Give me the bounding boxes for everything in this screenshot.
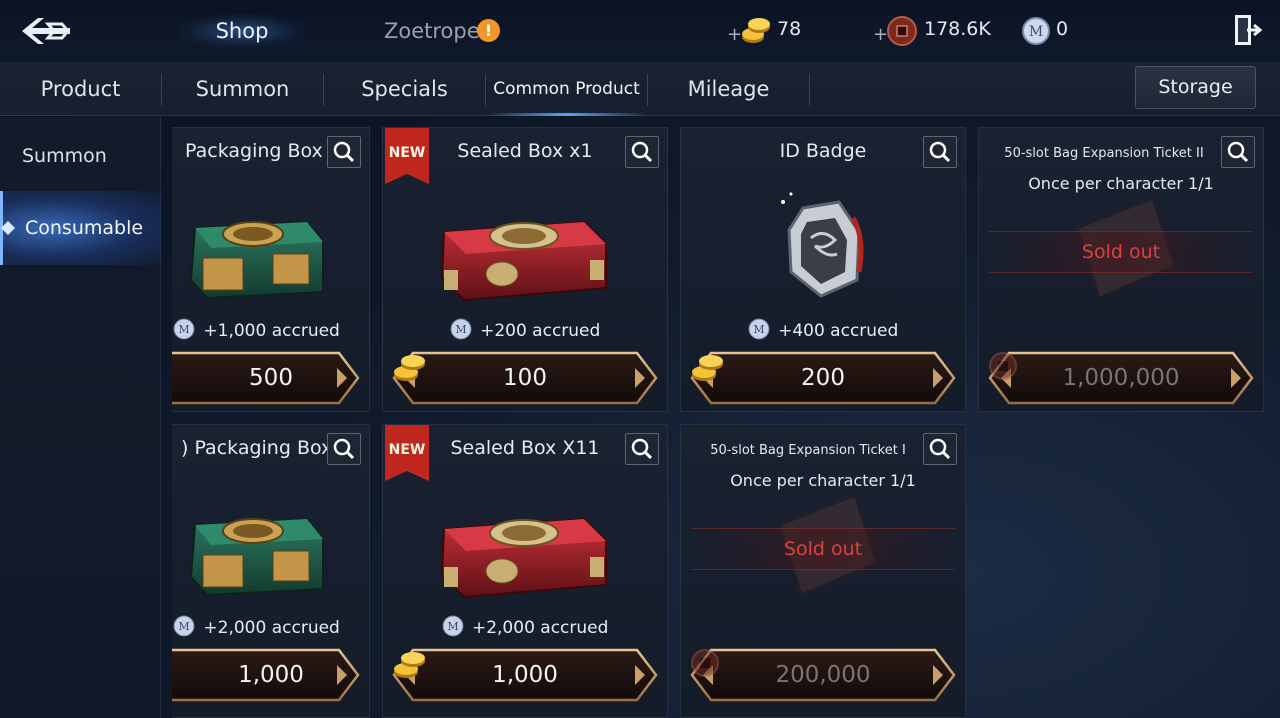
- tab-specials[interactable]: Specials: [324, 62, 485, 116]
- product-card[interactable]: 50-slot Bag Expansion Ticket I Once per …: [680, 424, 966, 718]
- svg-text:M: M: [455, 323, 466, 336]
- magnifier-icon: [631, 141, 653, 163]
- price-value: 500: [249, 365, 293, 391]
- zoom-button[interactable]: [625, 136, 659, 168]
- mileage-coin-icon: M: [450, 318, 472, 340]
- price-value: 1,000: [238, 662, 304, 688]
- price-button[interactable]: 1,000,000: [987, 350, 1255, 406]
- svg-text:M: M: [753, 323, 764, 336]
- magnifier-icon: [929, 141, 951, 163]
- mileage-amount: 0: [1056, 18, 1069, 40]
- purchase-limit: Once per character 1/1: [1028, 174, 1214, 193]
- accrued-mileage: M +2,000 accrued: [173, 615, 369, 638]
- accrued-text: +400 accrued: [778, 321, 899, 341]
- svg-text:M: M: [447, 620, 458, 633]
- exit-icon[interactable]: [1233, 13, 1265, 47]
- sidebar-item-label: Summon: [22, 145, 107, 167]
- tab-product[interactable]: Product: [0, 62, 161, 116]
- accrued-text: +2,000 accrued: [471, 618, 609, 638]
- sidebar: Summon Consumable: [0, 117, 161, 718]
- tab-mileage[interactable]: Mileage: [648, 62, 809, 116]
- sold-out-label: Sold out: [1081, 241, 1161, 263]
- sidebar-item-label: Consumable: [25, 217, 144, 239]
- zoom-button[interactable]: [625, 433, 659, 465]
- red-chest-icon: [440, 517, 607, 599]
- red-chest-icon: [440, 220, 607, 302]
- copper-amount: 178.6K: [924, 18, 991, 40]
- gold-coin-icon: [742, 18, 770, 43]
- tab-summon[interactable]: Summon: [162, 62, 323, 116]
- price-button[interactable]: 200: [689, 350, 957, 406]
- copper-coin-icon: [887, 16, 917, 46]
- copper-coin-icon: [989, 352, 1017, 380]
- gold-coin-icon: [692, 355, 723, 381]
- accrued-mileage: M +400 accrued: [681, 318, 965, 341]
- zoom-button[interactable]: [923, 433, 957, 465]
- price-value: 1,000,000: [1062, 365, 1180, 391]
- sold-out-label: Sold out: [783, 538, 863, 560]
- mileage-coin-icon: M: [442, 615, 464, 637]
- product-card[interactable]: ID Badge M +400 accrued 200: [680, 127, 966, 412]
- tab-common-product[interactable]: Common Product: [486, 62, 647, 116]
- accrued-text: +2,000 accrued: [203, 618, 340, 638]
- accrued-text: +1,000 accrued: [203, 321, 340, 341]
- copper-coin-icon: [691, 649, 719, 677]
- magnifier-icon: [631, 438, 653, 460]
- product-card[interactable]: 50-slot Bag Expansion Ticket II Once per…: [978, 127, 1264, 412]
- svg-text:M: M: [1029, 24, 1043, 40]
- gold-coin-icon: [394, 652, 425, 678]
- magnifier-icon: [333, 438, 355, 460]
- gold-coin-icon: [394, 355, 425, 381]
- zoom-button[interactable]: [327, 136, 361, 168]
- storage-button[interactable]: Storage: [1135, 66, 1256, 109]
- accrued-mileage: M +1,000 accrued: [173, 318, 369, 341]
- price-value: 200,000: [775, 662, 871, 688]
- back-arrow-icon: [22, 18, 70, 44]
- svg-text:M: M: [178, 620, 189, 633]
- category-tabs: Product Summon Specials Common Product M…: [0, 62, 1280, 116]
- tab-divider: [809, 74, 810, 106]
- top-bar: Shop Zoetrope ! + 78 + 178.6K M 0: [0, 0, 1280, 62]
- price-value: 100: [503, 365, 547, 391]
- accrued-mileage: M +200 accrued: [383, 318, 667, 341]
- magnifier-icon: [333, 141, 355, 163]
- accrued-text: +200 accrued: [480, 321, 601, 341]
- mileage-coin-icon: M: [1022, 17, 1050, 45]
- magnifier-icon: [1227, 141, 1249, 163]
- price-value: 200: [801, 365, 845, 391]
- price-button[interactable]: 1,000: [391, 647, 659, 703]
- product-card[interactable]: Packaging Box M +1,000 accrued 500: [172, 127, 370, 412]
- back-button[interactable]: [18, 10, 76, 52]
- zoom-button[interactable]: [327, 433, 361, 465]
- product-card[interactable]: ) Packaging Box M +2,000 accrued 1,000: [172, 424, 370, 718]
- tab-zoetrope[interactable]: Zoetrope: [384, 14, 480, 48]
- price-button[interactable]: 200,000: [689, 647, 957, 703]
- product-grid: Packaging Box M +1,000 accrued 500 NEW S…: [172, 127, 1272, 718]
- svg-text:M: M: [178, 323, 189, 336]
- mileage-coin-icon: M: [173, 318, 195, 340]
- gold-amount: 78: [777, 18, 802, 40]
- price-button[interactable]: 1,000: [172, 647, 361, 703]
- id-badge-icon: [781, 192, 864, 298]
- selected-marker-icon: [1, 221, 15, 235]
- price-value: 1,000: [492, 662, 558, 688]
- sidebar-item-summon[interactable]: Summon: [0, 119, 161, 193]
- sidebar-item-consumable[interactable]: Consumable: [0, 191, 161, 265]
- mileage-coin-icon: M: [748, 318, 770, 340]
- mileage-coin-icon: M: [173, 615, 195, 637]
- product-card[interactable]: NEW Sealed Box x1 M +200 accrued 100: [382, 127, 668, 412]
- accrued-mileage: M +2,000 accrued: [383, 615, 667, 638]
- alert-icon: !: [477, 19, 500, 42]
- green-chest-icon: [189, 517, 324, 597]
- zoom-button[interactable]: [923, 136, 957, 168]
- green-chest-icon: [189, 220, 324, 300]
- price-button[interactable]: 500: [172, 350, 361, 406]
- magnifier-icon: [929, 438, 951, 460]
- zoom-button[interactable]: [1221, 136, 1255, 168]
- tab-shop[interactable]: Shop: [180, 14, 304, 48]
- purchase-limit: Once per character 1/1: [730, 471, 916, 490]
- product-card[interactable]: NEW Sealed Box X11 M +2,000 accrued 1,00…: [382, 424, 668, 718]
- price-button[interactable]: 100: [391, 350, 659, 406]
